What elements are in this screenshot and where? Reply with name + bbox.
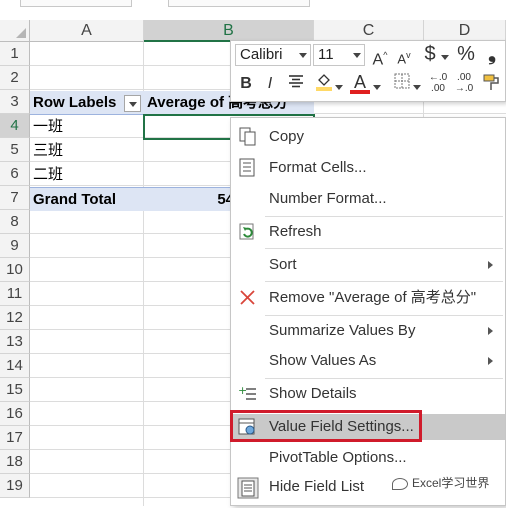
row-header-10[interactable]: 10 [0,258,30,282]
row-header-16[interactable]: 16 [0,402,30,426]
bold-icon[interactable]: B [235,73,257,95]
font-size-combo[interactable]: 11 [313,44,365,66]
context-menu: Copy Format Cells... Number Format... Re… [230,117,506,506]
column-header-a[interactable]: A [30,20,144,42]
row-header-4[interactable]: 4 [0,114,30,138]
grand-total-label[interactable]: Grand Total [30,187,144,211]
menu-pivottable-options[interactable]: PivotTable Options... [231,445,505,471]
percent-icon[interactable]: % [455,43,477,65]
row-header-15[interactable]: 15 [0,378,30,402]
mini-toolbar: Calibri 11 A^ Av $ % ❟ B I A ←.0.00 .00 →… [230,40,506,102]
row-header-3[interactable]: 3 [0,90,30,114]
submenu-arrow-icon [488,261,493,269]
menu-number-format-label: Number Format... [269,190,387,207]
field-list-icon [237,477,259,499]
menu-separator [265,378,503,379]
menu-separator [265,315,503,316]
copy-icon [237,127,259,147]
font-size-value: 11 [318,46,334,63]
menu-separator [265,281,503,282]
row-header-11[interactable]: 11 [0,282,30,306]
menu-sort[interactable]: Sort [231,252,505,278]
menu-copy[interactable]: Copy [231,124,505,150]
ribbon-edge [0,0,506,10]
increase-font-icon[interactable]: A^ [369,44,391,68]
format-cells-icon [237,158,259,178]
row-header-14[interactable]: 14 [0,354,30,378]
menu-refresh-label: Refresh [269,223,322,240]
currency-dropdown-icon[interactable] [441,53,449,61]
menu-number-format[interactable]: Number Format... [231,186,505,212]
watermark-text: Excel学习世界 [412,476,490,490]
row-header-17[interactable]: 17 [0,426,30,450]
font-name-combo[interactable]: Calibri [235,44,311,66]
row-header-13[interactable]: 13 [0,330,30,354]
pivot-item-1[interactable]: 一班 [30,115,144,139]
top-tab-left [20,0,132,7]
submenu-arrow-icon [488,357,493,365]
row-header-18[interactable]: 18 [0,450,30,474]
menu-summarize-label: Summarize Values By [269,322,416,339]
svg-text:+: + [238,384,247,397]
submenu-arrow-icon [488,327,493,335]
menu-summarize-values-by[interactable]: Summarize Values By [231,318,505,344]
menu-show-values-as[interactable]: Show Values As [231,348,505,374]
align-center-icon[interactable] [285,73,307,95]
pivot-item-3[interactable]: 二班 [30,163,144,187]
row-labels-text: Row Labels [33,94,117,111]
row-header-2[interactable]: 2 [0,66,30,90]
font-name-value: Calibri [240,46,283,63]
row-header-5[interactable]: 5 [0,138,30,162]
row-labels-filter-dropdown[interactable] [124,95,141,112]
menu-show-details[interactable]: + Show Details [231,381,505,407]
row-header-8[interactable]: 8 [0,210,30,234]
remove-x-icon [237,288,259,308]
top-tab-right [168,0,310,7]
pivot-item-2[interactable]: 三班 [30,139,144,163]
menu-copy-label: Copy [269,128,305,145]
select-all-corner[interactable] [0,20,30,42]
row-header-7[interactable]: 7 [0,186,30,210]
increase-decimal-icon[interactable]: ←.0.00 [427,72,449,94]
menu-format-cells[interactable]: Format Cells... [231,155,505,181]
fill-color-dropdown-icon[interactable] [335,83,343,91]
menu-hide-field-list-label: Hide Field List [269,478,365,495]
font-color-dropdown-icon[interactable] [373,83,381,91]
row-header-12[interactable]: 12 [0,306,30,330]
row-header-1[interactable]: 1 [0,42,30,66]
menu-show-values-as-label: Show Values As [269,352,377,369]
menu-separator [265,248,503,249]
italic-icon[interactable]: I [259,73,281,95]
column-header-d[interactable]: D [424,20,506,42]
show-details-icon: + [237,384,259,404]
menu-refresh[interactable]: Refresh [231,219,505,245]
fill-color-icon[interactable] [313,71,335,93]
comma-style-icon[interactable]: ❟ [481,43,503,65]
wechat-icon [392,477,408,490]
font-color-icon[interactable]: A [349,71,371,94]
menu-separator [265,216,503,217]
menu-format-cells-label: Format Cells... [269,159,367,176]
decrease-decimal-icon[interactable]: .00 →.0 [453,72,475,94]
currency-icon[interactable]: $ [419,43,441,65]
highlight-box [230,410,422,442]
menu-pivottable-options-label: PivotTable Options... [269,449,407,466]
refresh-icon [237,222,259,242]
menu-remove-field[interactable]: Remove "Average of 高考总分" [231,285,505,311]
menu-sort-label: Sort [269,256,297,273]
watermark: Excel学习世界 [392,474,489,491]
column-header-b[interactable]: B [144,20,314,42]
borders-dropdown-icon[interactable] [413,83,421,91]
row-header-6[interactable]: 6 [0,162,30,186]
column-header-c[interactable]: C [314,20,424,42]
borders-icon[interactable] [391,73,413,95]
decrease-font-icon[interactable]: Av [393,44,415,66]
menu-remove-label: Remove "Average of 高考总分" [269,289,477,306]
row-header-9[interactable]: 9 [0,234,30,258]
format-painter-icon[interactable] [481,72,503,94]
menu-show-details-label: Show Details [269,385,357,402]
row-header-19[interactable]: 19 [0,474,30,498]
